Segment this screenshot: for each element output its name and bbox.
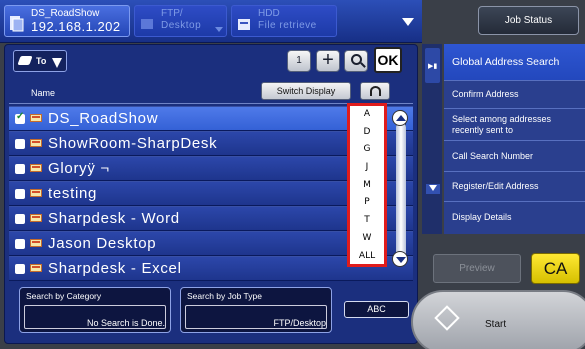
tab-hdd-file-retrieve[interactable]: HDD File retrieve [231,5,337,37]
preview-button[interactable]: Preview [433,254,521,283]
alphabet-index: A D G J M P T W ALL [347,103,387,267]
address-name: Gloryÿ ¬ [48,160,110,177]
ftp-destination-icon [30,214,42,224]
play-icon: ▶▮ [428,63,438,70]
index-letter[interactable]: ALL [350,248,384,266]
checkbox[interactable] [15,214,25,224]
search-button[interactable] [344,50,368,72]
ok-button[interactable]: OK [374,47,402,73]
job-status-button[interactable]: Job Status [478,6,579,35]
index-letter[interactable]: A [350,106,384,124]
collapse-arrow-icon[interactable] [402,18,414,26]
filter-value: No Search is Done. [86,318,165,328]
action-panel: Global Address Search Confirm Address Se… [444,44,585,234]
switch-display-button[interactable]: Switch Display [261,82,351,100]
global-address-search-button[interactable]: Global Address Search [444,44,585,81]
action-panel-scroll-down[interactable] [426,184,440,194]
clear-all-button[interactable]: CA [531,253,580,284]
checkbox[interactable] [15,164,25,174]
add-address-button[interactable]: + [316,50,340,72]
index-letter[interactable]: M [350,177,384,195]
ftp-destination-icon [30,114,42,124]
scroll-up-button[interactable] [392,110,408,126]
hdd-icon [238,19,250,30]
address-name: Sharpdesk - Excel [48,260,182,277]
checkbox[interactable] [15,239,25,249]
tab-ftp-desktop[interactable]: FTP/ Desktop [134,5,227,37]
search-by-job-type[interactable]: Search by Job Type FTP/Desktop [180,287,332,333]
checkbox[interactable] [15,264,25,274]
ftp-destination-icon [30,189,42,199]
undo-button[interactable] [360,82,390,100]
tab-destination-ip: 192.168.1.202 [31,19,121,34]
checkbox[interactable] [15,189,25,199]
address-name: Sharpdesk - Word [48,210,180,227]
chevron-down-icon[interactable] [215,27,223,32]
index-letter[interactable]: G [350,141,384,159]
index-list: A D G J M P T W ALL [350,106,384,265]
tab-hdd-sublabel: File retrieve [258,20,317,31]
address-name: Jason Desktop [48,235,157,252]
filter-value: FTP/Desktop [273,318,326,328]
address-name: DS_RoadShow [48,110,159,127]
tab-hdd-label: HDD [258,8,280,19]
filter-label: Search by Job Type [187,291,262,301]
start-button[interactable]: Start [411,290,585,349]
checkbox[interactable] [15,111,25,124]
chevron-down-icon [429,185,437,191]
confirm-address-button[interactable]: Confirm Address [444,81,585,109]
register-edit-address-button[interactable]: Register/Edit Address [444,172,585,202]
index-letter[interactable]: J [350,159,384,177]
search-by-category[interactable]: Search by Category No Search is Done. [19,287,171,333]
ftp-destination-icon [30,239,42,249]
sort-label: To [36,56,47,66]
start-label: Start [485,319,507,330]
name-column-header: Name [31,88,56,98]
chevron-down-icon [52,58,62,68]
action-panel-toggle[interactable]: ▶▮ [425,48,440,83]
call-search-number-button[interactable]: Call Search Number [444,141,585,172]
selected-count-button[interactable]: 1 [287,50,311,72]
tab-ds-roadshow[interactable]: DS_RoadShow 192.168.1.202 [4,5,130,37]
recent-addresses-button[interactable]: Select among addresses recently sent to [444,109,585,141]
sort-selector[interactable]: To [13,50,67,72]
start-icon [434,305,460,331]
undo-icon [370,86,381,96]
index-letter[interactable]: T [350,212,384,230]
destination-tab-bar: DS_RoadShow 192.168.1.202 FTP/ Desktop H… [0,0,422,43]
ftp-destination-icon [30,164,42,174]
index-letter[interactable]: W [350,230,384,248]
abc-index-button[interactable]: ABC [344,301,409,318]
index-letter[interactable]: P [350,194,384,212]
ftp-desktop-icon [141,19,153,29]
checkbox[interactable] [15,139,25,149]
filter-label: Search by Category [26,291,102,301]
network-folder-icon [10,16,24,32]
display-details-button[interactable]: Display Details [444,202,585,232]
ftp-destination-icon [30,139,42,149]
scroll-down-button[interactable] [392,251,408,267]
scrollbar-thumb[interactable] [396,122,406,258]
tab-ftp-label: FTP/ [161,8,183,19]
ftp-destination-icon [30,264,42,274]
address-name: testing [48,185,98,202]
address-name: ShowRoom-SharpDesk [48,135,218,152]
tab-ftp-sublabel: Desktop [161,20,202,31]
tab-destination-name: DS_RoadShow [31,8,100,19]
address-type-icon [17,56,33,65]
index-letter[interactable]: D [350,124,384,142]
